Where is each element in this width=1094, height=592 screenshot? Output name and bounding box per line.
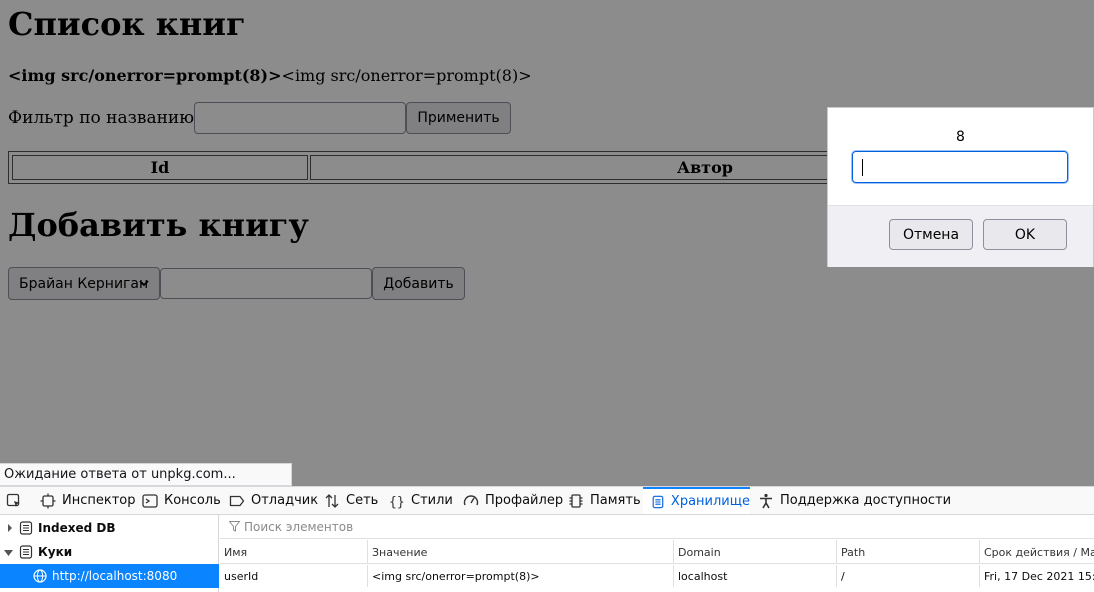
tab-network-label: Сеть [346, 493, 379, 508]
element-picker-button[interactable] [6, 487, 28, 514]
tab-style-editor[interactable]: {} Стили [389, 487, 453, 514]
filter-icon [229, 521, 240, 532]
status-bar: Ожидание ответа от unpkg.com... [0, 463, 292, 486]
prompt-input[interactable] [852, 151, 1068, 183]
chevron-down-icon [4, 550, 13, 556]
search-bar[interactable]: Поиск элементов [220, 515, 1094, 539]
tab-profiler-label: Профайлер [485, 493, 564, 508]
devtools-panel: Инспектор Консоль Отладчик Сеть {} Стили… [0, 486, 1094, 592]
debugger-icon [229, 495, 245, 506]
element-picker-icon [6, 493, 20, 507]
storage-sidebar: Indexed DB Куки http://localhost:8080 [0, 515, 219, 592]
ok-button[interactable]: OK [983, 219, 1067, 250]
storage-table: Поиск элементов Имя Значение Domain Path… [220, 515, 1094, 592]
cell-expires: Fri, 17 Dec 2021 15:28: [984, 569, 1094, 583]
tab-memory-label: Память [590, 493, 641, 508]
chevron-right-icon [8, 524, 12, 532]
tab-style-editor-label: Стили [411, 493, 453, 508]
sidebar-item-label: http://localhost:8080 [52, 569, 178, 583]
column-header-domain[interactable]: Domain [674, 540, 837, 564]
search-placeholder: Поиск элементов [244, 519, 354, 534]
cell-value: <img src/onerror=prompt(8)> [368, 565, 674, 587]
storage-item-icon [19, 545, 33, 559]
column-header-value[interactable]: Значение [368, 540, 674, 564]
tab-accessibility[interactable]: Поддержка доступности [758, 487, 951, 514]
column-header-path[interactable]: Path [837, 540, 980, 564]
sidebar-item-label: Куки [38, 545, 73, 559]
sidebar-item-cookies[interactable]: Куки [0, 540, 219, 564]
text-caret [862, 159, 863, 176]
column-header-name[interactable]: Имя [220, 540, 368, 564]
prompt-message: 8 [956, 129, 965, 145]
inspector-icon [40, 493, 56, 508]
console-icon [142, 493, 158, 508]
tab-debugger-label: Отладчик [251, 493, 319, 508]
tab-console-label: Консоль [164, 493, 221, 508]
tab-memory[interactable]: Память [568, 487, 641, 514]
cell-domain: localhost [674, 565, 837, 587]
tab-accessibility-label: Поддержка доступности [780, 493, 952, 508]
tab-network[interactable]: Сеть [324, 487, 378, 514]
sidebar-item-localhost[interactable]: http://localhost:8080 [0, 564, 219, 588]
accessibility-icon [760, 493, 772, 508]
style-editor-icon: {} [389, 495, 405, 509]
tab-console[interactable]: Консоль [142, 487, 221, 514]
profiler-icon [463, 494, 479, 505]
cell-name: userId [220, 565, 368, 587]
memory-icon [569, 493, 583, 508]
storage-item-icon [19, 521, 33, 535]
tab-storage[interactable]: Хранилище [643, 487, 750, 514]
devtools-toolbar: Инспектор Консоль Отладчик Сеть {} Стили… [0, 487, 1094, 515]
table-header: Имя Значение Domain Path Срок действия /… [220, 540, 1094, 564]
svg-text:{}: {} [389, 495, 405, 509]
globe-icon [33, 569, 47, 583]
prompt-dialog: 8 Отмена OK [827, 107, 1094, 267]
sidebar-item-label: Indexed DB [38, 521, 116, 535]
tab-storage-label: Хранилище [670, 494, 750, 509]
tab-inspector[interactable]: Инспектор [40, 487, 136, 514]
sidebar-item-indexed-db[interactable]: Indexed DB [0, 516, 219, 540]
network-icon [325, 493, 339, 508]
cell-path: / [837, 565, 980, 587]
tab-profiler[interactable]: Профайлер [463, 487, 563, 514]
tab-inspector-label: Инспектор [62, 493, 136, 508]
cancel-button[interactable]: Отмена [889, 219, 973, 250]
tab-debugger[interactable]: Отладчик [229, 487, 318, 514]
storage-icon [652, 495, 664, 508]
column-header-expires[interactable]: Срок действия / Max-Age [980, 540, 1094, 564]
prompt-footer: Отмена OK [828, 205, 1093, 267]
